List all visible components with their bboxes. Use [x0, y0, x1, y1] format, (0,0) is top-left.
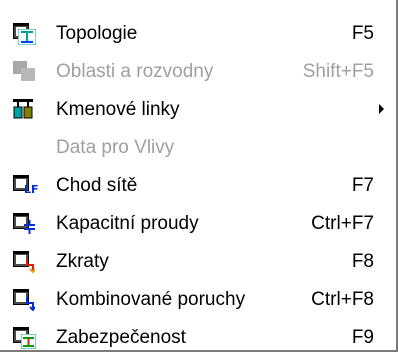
menu-item-shortcut: Shift+F5	[302, 61, 374, 82]
menu-item-zkraty[interactable]: Zkraty F8	[0, 242, 396, 280]
reliability-icon	[12, 325, 36, 349]
trunk-lines-icon	[12, 97, 36, 121]
menu-item-label: Topologie	[56, 23, 138, 44]
menu-item-shortcut: F9	[351, 327, 374, 348]
menu-item-zabezpecenost[interactable]: Zabezpečenost F9	[0, 318, 396, 356]
combined-faults-icon	[12, 287, 36, 311]
menu-item-shortcut: F5	[351, 23, 374, 44]
menu-item-label: Data pro Vlivy	[56, 137, 175, 158]
menu-item-shortcut: Ctrl+F8	[311, 289, 374, 310]
menu-item-label: Zabezpečenost	[56, 327, 186, 348]
submenu-arrow-icon	[379, 104, 384, 114]
menu-item-data-pro-vlivy[interactable]: Data pro Vlivy	[0, 128, 396, 166]
menu-item-oblasti-a-rozvodny[interactable]: Oblasti a rozvodny Shift+F5	[0, 52, 396, 90]
menu-item-chod-site[interactable]: LF Chod sítě F7	[0, 166, 396, 204]
menu-item-shortcut: Ctrl+F7	[311, 213, 374, 234]
short-circuit-icon	[12, 249, 36, 273]
topology-icon	[12, 21, 36, 45]
areas-icon	[12, 59, 36, 83]
capacitive-currents-icon	[12, 211, 36, 235]
menu-item-label: Chod sítě	[56, 175, 138, 196]
menu-item-shortcut: F8	[351, 251, 374, 272]
menu-item-kombinovane-poruchy[interactable]: Kombinované poruchy Ctrl+F8	[0, 280, 396, 318]
menu-item-kmenove-linky[interactable]: Kmenové linky	[0, 90, 396, 128]
menu-item-label: Kapacitní proudy	[56, 213, 199, 234]
menu-item-label: Oblasti a rozvodny	[56, 61, 214, 82]
load-flow-badge: LF	[24, 183, 39, 196]
menu-item-label: Kombinované poruchy	[56, 289, 246, 310]
menu-item-label: Kmenové linky	[56, 99, 180, 120]
context-menu: Topologie F5 Oblasti a rozvodny Shift+F5…	[0, 0, 398, 352]
menu-item-label: Zkraty	[56, 251, 109, 272]
menu-item-kapacitni-proudy[interactable]: Kapacitní proudy Ctrl+F7	[0, 204, 396, 242]
load-flow-icon: LF	[12, 173, 39, 197]
menu-item-topologie[interactable]: Topologie F5	[0, 14, 396, 52]
menu-item-shortcut: F7	[351, 175, 374, 196]
